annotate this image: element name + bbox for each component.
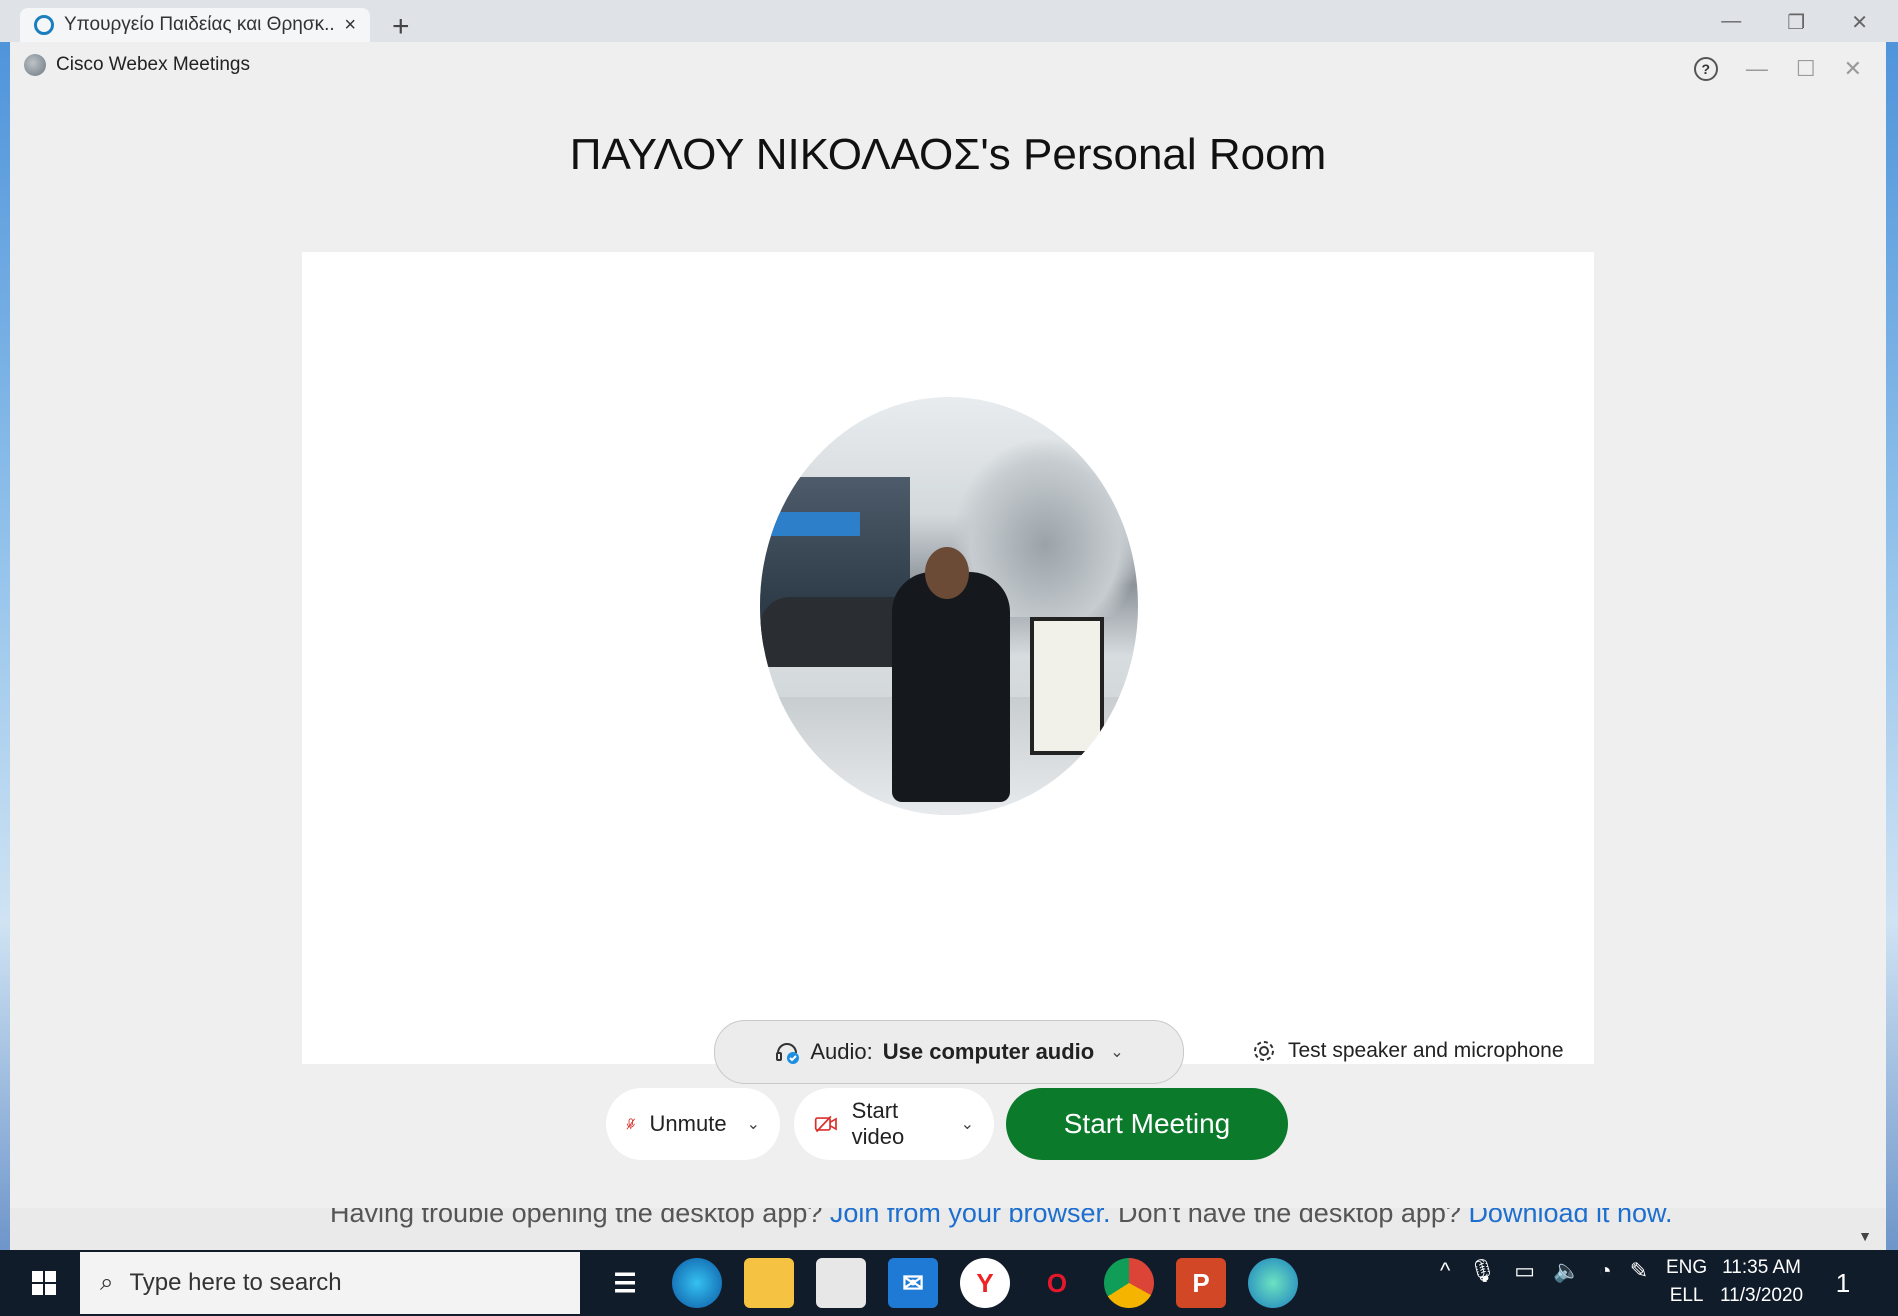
new-tab-button[interactable]: + <box>392 10 410 44</box>
clock-date: 11/3/2020 <box>1720 1285 1804 1306</box>
windows-start-button[interactable] <box>8 1250 80 1316</box>
chrome-icon[interactable] <box>1104 1258 1154 1308</box>
test-speaker-link[interactable]: Test speaker and microphone <box>1252 1020 1564 1082</box>
test-speaker-label: Test speaker and microphone <box>1288 1039 1564 1062</box>
volume-icon[interactable]: 🔈 <box>1553 1258 1580 1284</box>
store-icon[interactable] <box>816 1258 866 1308</box>
help-icon[interactable]: ? <box>1693 57 1718 81</box>
scroll-down-icon[interactable]: ▼ <box>1858 1228 1872 1244</box>
user-avatar <box>760 397 1138 815</box>
start-video-button[interactable]: Start video ⌄ <box>794 1088 994 1160</box>
app-header: Cisco Webex Meetings <box>24 54 250 76</box>
edge-icon[interactable] <box>672 1258 722 1308</box>
app-maximize-icon[interactable]: ☐ <box>1796 56 1816 82</box>
pen-icon[interactable]: ✎ <box>1630 1258 1648 1284</box>
chevron-down-icon[interactable]: ⌄ <box>747 1114 760 1134</box>
taskbar-search-box[interactable]: ⌕ Type here to search <box>80 1252 580 1314</box>
mic-muted-icon <box>626 1118 636 1130</box>
file-explorer-icon[interactable] <box>744 1258 794 1308</box>
language-indicator[interactable]: ENG ELL <box>1666 1254 1707 1310</box>
audio-connection-dropdown[interactable]: Audio: Use computer audio ⌄ <box>714 1020 1184 1084</box>
start-video-label: Start video <box>851 1098 905 1149</box>
task-view-icon[interactable]: ☰ <box>600 1258 650 1308</box>
yandex-icon[interactable]: Y <box>960 1258 1010 1308</box>
headset-icon <box>776 1043 800 1064</box>
room-title: ΠΑΥΛΟΥ ΝΙΚΟΛΑΟΣ's Personal Room <box>569 130 1327 179</box>
system-tray: ^ 🎙 ▭ 🔈 ◔ ✎ <box>1440 1258 1648 1284</box>
video-off-icon <box>814 1115 837 1133</box>
tray-overflow-icon[interactable]: ^ <box>1440 1258 1450 1284</box>
clock-time: 11:35 AM <box>1722 1257 1801 1278</box>
trouble-banner: Having trouble opening the desktop app? … <box>10 1208 1886 1250</box>
browser-window-controls: — ❐ ✕ <box>1721 10 1868 35</box>
trouble-text: Having trouble opening the desktop app? … <box>330 1208 1673 1229</box>
search-icon: ⌕ <box>100 1269 114 1296</box>
notification-count: 1 <box>1835 1267 1851 1298</box>
browser-tab[interactable]: Υπουργείο Παιδείας και Θρησκ... × <box>20 8 370 42</box>
download-link[interactable]: Download it now. <box>1468 1208 1672 1228</box>
video-preview-panel: Audio: Use computer audio ⌄ Test speaker… <box>302 252 1594 1084</box>
search-placeholder: Type here to search <box>129 1269 342 1296</box>
restore-icon[interactable]: ❐ <box>1787 10 1805 35</box>
lang-bottom: ELL <box>1669 1285 1704 1306</box>
close-icon[interactable]: ✕ <box>1851 10 1868 35</box>
notification-center-icon[interactable]: 1 <box>1820 1260 1866 1306</box>
windows-taskbar: ⌕ Type here to search ☰ ✉ Y O P ^ 🎙 ▭ 🔈 … <box>0 1250 1898 1316</box>
app-window-controls: ? — ☐ ✕ <box>1693 56 1862 82</box>
microphone-icon[interactable]: 🎙 <box>1468 1258 1496 1284</box>
wifi-icon[interactable]: ◔ <box>1598 1258 1611 1284</box>
taskbar-pinned-apps: ☰ ✉ Y O P <box>600 1258 1298 1308</box>
webex-favicon-icon <box>34 15 54 35</box>
gear-icon <box>1254 1041 1274 1061</box>
chevron-down-icon[interactable]: ⌄ <box>961 1114 974 1134</box>
windows-logo-icon <box>32 1271 56 1295</box>
lang-top: ENG <box>1666 1257 1708 1278</box>
webex-taskbar-icon[interactable] <box>1248 1258 1298 1308</box>
chevron-down-icon: ⌄ <box>1110 1044 1124 1061</box>
taskbar-clock[interactable]: 11:35 AM 11/3/2020 <box>1720 1254 1803 1310</box>
unmute-label: Unmute <box>649 1111 727 1136</box>
mail-icon[interactable]: ✉ <box>888 1258 938 1308</box>
webex-logo-icon <box>24 54 46 76</box>
start-meeting-button[interactable]: Start Meeting <box>1006 1088 1288 1160</box>
join-browser-link[interactable]: Join from your browser. <box>830 1208 1111 1228</box>
powerpoint-icon[interactable]: P <box>1176 1258 1226 1308</box>
app-title: Cisco Webex Meetings <box>56 54 250 75</box>
opera-icon[interactable]: O <box>1032 1258 1082 1308</box>
battery-icon[interactable]: ▭ <box>1514 1258 1535 1284</box>
audio-label: Audio: <box>810 1039 873 1064</box>
unmute-button[interactable]: Unmute ⌄ <box>606 1088 780 1160</box>
tab-title: Υπουργείο Παιδείας και Θρησκ... <box>64 14 335 35</box>
trouble-prefix: Having trouble opening the desktop app? <box>330 1208 823 1228</box>
webex-app-window: Cisco Webex Meetings ? — ☐ ✕ ΠΑΥΛΟΥ ΝΙΚΟ… <box>10 42 1886 1220</box>
browser-tab-bar: Υπουργείο Παιδείας και Θρησκ... × + — ❐ … <box>0 0 1898 44</box>
tab-close-icon[interactable]: × <box>344 14 356 37</box>
minimize-icon[interactable]: — <box>1721 10 1741 35</box>
app-minimize-icon[interactable]: — <box>1746 56 1768 82</box>
audio-value: Use computer audio <box>882 1039 1095 1064</box>
app-close-icon[interactable]: ✕ <box>1844 56 1862 82</box>
trouble-middle: Don't have the desktop app? <box>1118 1208 1461 1228</box>
